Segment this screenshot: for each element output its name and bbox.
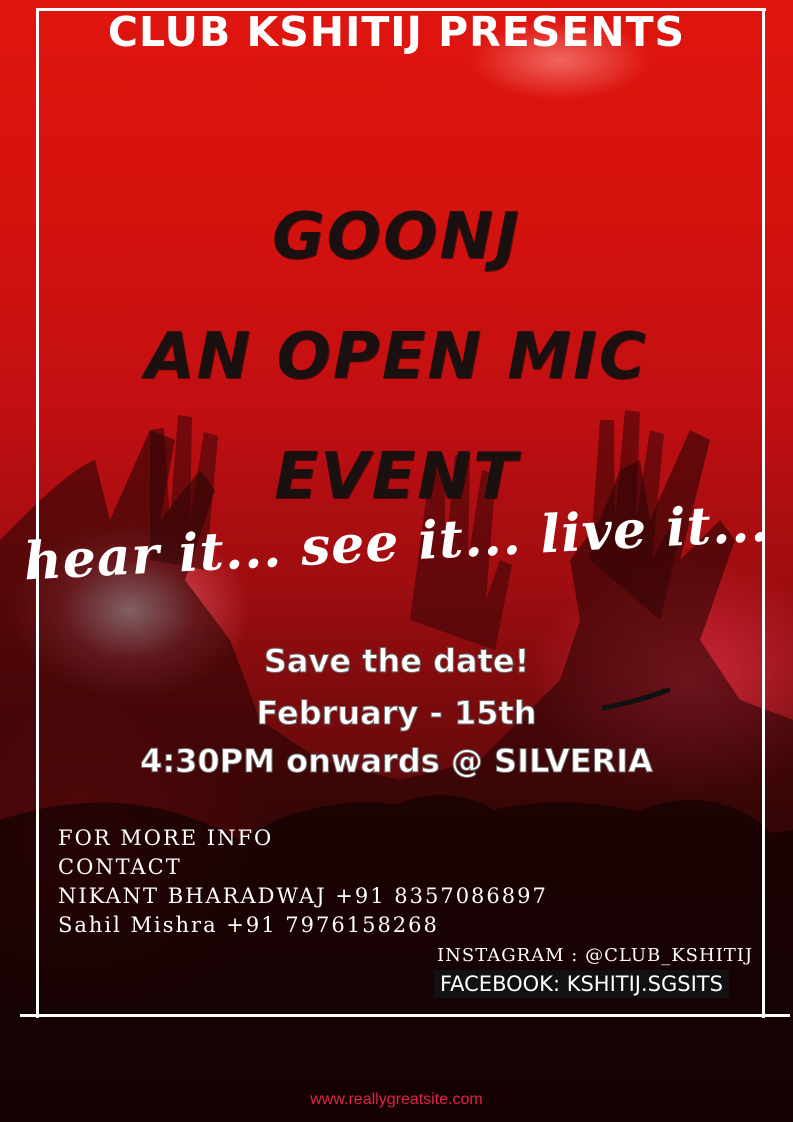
instagram-handle: INSTAGRAM : @CLUB_KSHITIJ bbox=[437, 945, 754, 966]
event-date-text: February - 15th bbox=[256, 694, 537, 733]
info-line-1: FOR MORE INFO bbox=[58, 826, 274, 850]
headline-line-2: AN OPEN MIC bbox=[145, 320, 648, 394]
footer-website: www.reallygreatsite.com bbox=[310, 1091, 483, 1108]
headline-line-1: GOONJ bbox=[272, 200, 521, 274]
event-time-venue-text: 4:30PM onwards @ SILVERIA bbox=[140, 742, 654, 781]
facebook-handle: FACEBOOK: KSHITIJ.SGSITS bbox=[434, 970, 729, 998]
save-the-date-text: Save the date! bbox=[263, 642, 530, 681]
info-line-2: CONTACT bbox=[58, 855, 182, 879]
event-poster: CLUB KSHITIJ PRESENTS GOONJ AN OPEN MIC … bbox=[0, 0, 793, 1122]
contact-nikant: NIKANT BHARADWAJ +91 8357086897 bbox=[58, 884, 548, 908]
frame-bottom-line bbox=[20, 1014, 790, 1017]
contact-sahil: Sahil Mishra +91 7976158268 bbox=[58, 913, 439, 937]
presenter-title: CLUB KSHITIJ PRESENTS bbox=[107, 8, 686, 56]
brush-stroke-icon bbox=[602, 688, 671, 711]
